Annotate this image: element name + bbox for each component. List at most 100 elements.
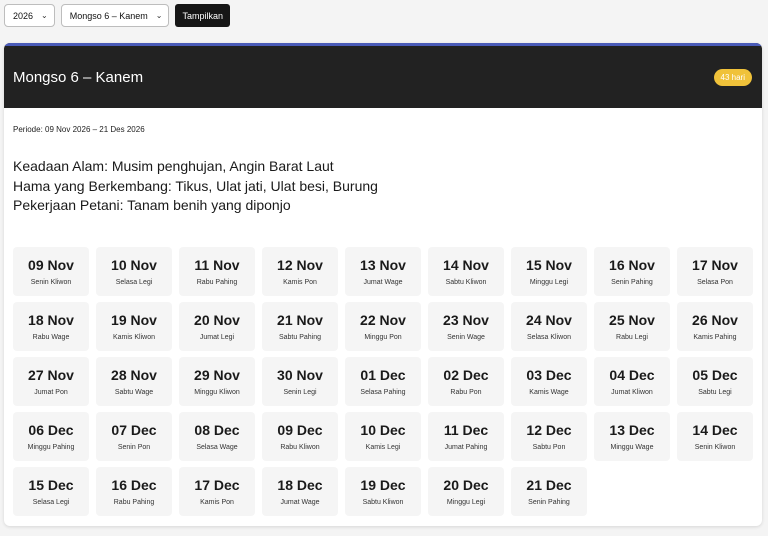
day-pasaran: Sabtu Legi bbox=[698, 389, 732, 396]
day-date: 01 Dec bbox=[360, 367, 406, 383]
controls-bar: 2026 ⌄ Mongso 6 – Kanem ⌄ Tampilkan bbox=[4, 4, 231, 27]
period-text: Periode: 09 Nov 2026 – 21 Des 2026 bbox=[13, 125, 145, 134]
day-cell: 27 Nov Jumat Pon bbox=[13, 357, 89, 406]
mongso-select-value: Mongso 6 – Kanem bbox=[69, 10, 148, 21]
day-date: 08 Dec bbox=[194, 422, 240, 438]
chevron-down-icon: ⌄ bbox=[41, 11, 48, 20]
day-cell: 24 Nov Selasa Kliwon bbox=[511, 302, 587, 351]
day-cell: 18 Dec Jumat Wage bbox=[262, 467, 338, 516]
day-cell: 17 Nov Selasa Pon bbox=[677, 247, 753, 296]
day-pasaran: Rabu Wage bbox=[32, 334, 70, 341]
day-pasaran: Selasa Kliwon bbox=[527, 334, 571, 341]
day-cell: 22 Nov Minggu Pon bbox=[345, 302, 421, 351]
day-pasaran: Sabtu Kliwon bbox=[362, 499, 404, 506]
day-pasaran: Minggu Kliwon bbox=[194, 389, 240, 396]
day-date: 21 Dec bbox=[526, 477, 572, 493]
day-cell: 10 Nov Selasa Legi bbox=[96, 247, 172, 296]
day-date: 17 Dec bbox=[194, 477, 240, 493]
card-header: Mongso 6 – Kanem 43 hari bbox=[4, 43, 762, 108]
card-title: Mongso 6 – Kanem bbox=[13, 68, 144, 86]
day-cell: 21 Nov Sabtu Pahing bbox=[262, 302, 338, 351]
day-date: 17 Nov bbox=[692, 257, 738, 273]
day-date: 13 Dec bbox=[609, 422, 655, 438]
day-date: 10 Dec bbox=[360, 422, 406, 438]
day-pasaran: Kamis Pon bbox=[200, 499, 234, 506]
day-cell: 07 Dec Senin Pon bbox=[96, 412, 172, 461]
day-pasaran: Minggu Legi bbox=[529, 279, 569, 286]
day-pasaran: Sabtu Kliwon bbox=[445, 279, 487, 286]
day-pasaran: Sabtu Wage bbox=[114, 389, 154, 396]
day-date: 19 Nov bbox=[111, 312, 157, 328]
day-date: 29 Nov bbox=[194, 367, 240, 383]
day-cell: 20 Nov Jumat Legi bbox=[179, 302, 255, 351]
day-cell: 09 Dec Rabu Kliwon bbox=[262, 412, 338, 461]
day-cell: 26 Nov Kamis Pahing bbox=[677, 302, 753, 351]
day-cell: 04 Dec Jumat Kliwon bbox=[594, 357, 670, 406]
day-cell: 11 Dec Jumat Pahing bbox=[428, 412, 504, 461]
day-cell: 18 Nov Rabu Wage bbox=[13, 302, 89, 351]
day-pasaran: Rabu Pahing bbox=[196, 279, 238, 286]
day-pasaran: Jumat Pahing bbox=[444, 444, 488, 451]
day-date: 12 Dec bbox=[526, 422, 572, 438]
day-date: 30 Nov bbox=[277, 367, 323, 383]
day-pasaran: Minggu Legi bbox=[446, 499, 486, 506]
day-pasaran: Senin Pon bbox=[117, 444, 151, 451]
day-date: 28 Nov bbox=[111, 367, 157, 383]
day-cell: 10 Dec Kamis Legi bbox=[345, 412, 421, 461]
year-select[interactable]: 2026 ⌄ bbox=[4, 4, 55, 27]
pest-text: Hama yang Berkembang: Tikus, Ulat jati, … bbox=[13, 177, 378, 194]
day-cell: 13 Nov Jumat Wage bbox=[345, 247, 421, 296]
day-cell: 05 Dec Sabtu Legi bbox=[677, 357, 753, 406]
day-cell: 23 Nov Senin Wage bbox=[428, 302, 504, 351]
day-pasaran: Rabu Kliwon bbox=[280, 444, 320, 451]
day-cell: 29 Nov Minggu Kliwon bbox=[179, 357, 255, 406]
day-cell: 12 Dec Sabtu Pon bbox=[511, 412, 587, 461]
day-pasaran: Rabu Pon bbox=[450, 389, 482, 396]
day-pasaran: Senin Legi bbox=[283, 389, 317, 396]
day-cell: 15 Nov Minggu Legi bbox=[511, 247, 587, 296]
day-pasaran: Jumat Kliwon bbox=[611, 389, 653, 396]
day-date: 10 Nov bbox=[111, 257, 157, 273]
day-pasaran: Kamis Pahing bbox=[693, 334, 737, 341]
day-cell: 01 Dec Selasa Pahing bbox=[345, 357, 421, 406]
day-pasaran: Jumat Wage bbox=[363, 279, 403, 286]
day-date: 12 Nov bbox=[277, 257, 323, 273]
day-cell: 13 Dec Minggu Wage bbox=[594, 412, 670, 461]
day-cell: 25 Nov Rabu Legi bbox=[594, 302, 670, 351]
day-date: 09 Nov bbox=[28, 257, 74, 273]
day-cell: 14 Dec Senin Kliwon bbox=[677, 412, 753, 461]
day-date: 26 Nov bbox=[692, 312, 738, 328]
day-pasaran: Selasa Legi bbox=[115, 279, 153, 286]
day-pasaran: Senin Kliwon bbox=[694, 444, 736, 451]
day-cell: 21 Dec Senin Pahing bbox=[511, 467, 587, 516]
day-cell: 17 Dec Kamis Pon bbox=[179, 467, 255, 516]
day-cell: 11 Nov Rabu Pahing bbox=[179, 247, 255, 296]
year-select-value: 2026 bbox=[13, 10, 34, 21]
mongso-select[interactable]: Mongso 6 – Kanem ⌄ bbox=[60, 4, 170, 27]
day-date: 11 Nov bbox=[194, 257, 240, 273]
day-pasaran: Sabtu Pahing bbox=[278, 334, 322, 341]
chevron-down-icon: ⌄ bbox=[155, 11, 163, 20]
day-pasaran: Selasa Wage bbox=[196, 444, 238, 451]
day-cell: 12 Nov Kamis Pon bbox=[262, 247, 338, 296]
day-date: 14 Dec bbox=[692, 422, 738, 438]
show-button[interactable]: Tampilkan bbox=[175, 4, 231, 27]
day-cell: 28 Nov Sabtu Wage bbox=[96, 357, 172, 406]
day-date: 02 Dec bbox=[443, 367, 489, 383]
day-pasaran: Senin Wage bbox=[447, 334, 485, 341]
day-pasaran: Senin Pahing bbox=[611, 279, 653, 286]
day-date: 24 Nov bbox=[526, 312, 572, 328]
day-date: 15 Nov bbox=[526, 257, 572, 273]
day-date: 16 Nov bbox=[609, 257, 655, 273]
day-date: 09 Dec bbox=[277, 422, 323, 438]
day-cell: 15 Dec Selasa Legi bbox=[13, 467, 89, 516]
day-pasaran: Jumat Legi bbox=[199, 334, 235, 341]
day-cell: 14 Nov Sabtu Kliwon bbox=[428, 247, 504, 296]
day-cell: 06 Dec Minggu Pahing bbox=[13, 412, 89, 461]
day-pasaran: Kamis Pon bbox=[283, 279, 317, 286]
day-pasaran: Minggu Wage bbox=[610, 444, 654, 451]
day-cell: 20 Dec Minggu Legi bbox=[428, 467, 504, 516]
day-pasaran: Kamis Kliwon bbox=[112, 334, 155, 341]
day-pasaran: Minggu Pahing bbox=[27, 444, 75, 451]
day-pasaran: Sabtu Pon bbox=[532, 444, 566, 451]
